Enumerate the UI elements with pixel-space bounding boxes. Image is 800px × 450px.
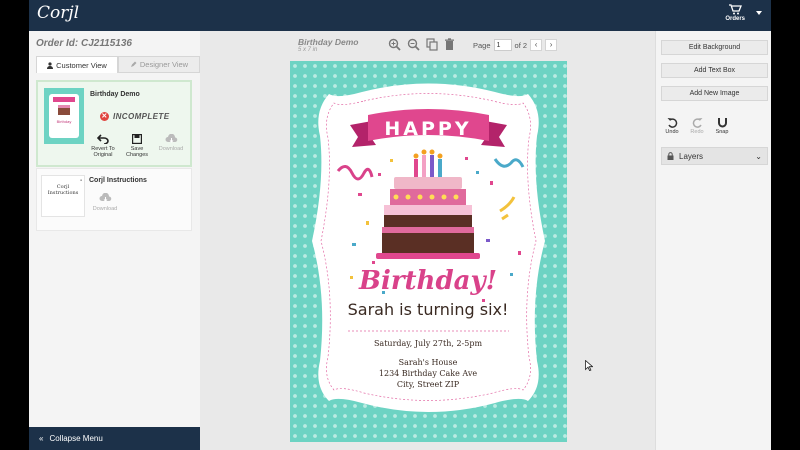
instructions-thumbnail[interactable]: ▪ Corjl Instructions: [41, 175, 85, 217]
double-chevron-left-icon: «: [39, 434, 44, 443]
page-label: Page: [473, 40, 491, 50]
edit-tools: Undo Redo Snap: [663, 117, 731, 135]
revert-icon: [97, 134, 109, 144]
tab-label: Customer View: [56, 60, 107, 70]
revert-label: Revert To Original: [91, 146, 115, 158]
layers-dropdown[interactable]: Layers ⌄: [661, 147, 768, 165]
orders-label: Orders: [725, 16, 745, 22]
right-panel: Edit Background Add Text Box Add New Ima…: [655, 31, 771, 450]
status-text: INCOMPLETE: [113, 112, 170, 121]
orders-button[interactable]: Orders: [725, 4, 745, 22]
save-button[interactable]: Save Changes: [123, 134, 151, 158]
mouse-cursor-icon: [585, 360, 593, 371]
next-page-button[interactable]: ›: [545, 39, 558, 51]
subtitle[interactable]: Sarah is turning six!: [348, 300, 509, 319]
download-label: Download: [158, 146, 184, 152]
top-bar: Corjl Orders: [29, 0, 771, 31]
chevron-down-icon: ⌄: [755, 151, 762, 161]
page-navigator: Page of 2 ‹ ›: [473, 39, 558, 51]
headline[interactable]: Birthday!: [358, 266, 497, 296]
document-title: Birthday Demo: [298, 37, 359, 47]
design-canvas[interactable]: HAPPY Birthday! Sarah is turning six! Sa…: [290, 61, 567, 442]
app-logo[interactable]: Corjl: [37, 3, 79, 23]
page-total: of 2: [514, 40, 528, 50]
cloud-download-icon: [165, 134, 177, 143]
view-tabs: Customer View Designer View: [36, 56, 200, 73]
undo-button[interactable]: Undo: [663, 117, 681, 135]
page-number-input[interactable]: [493, 39, 512, 51]
app-window: Corjl Orders Order Id: CJ2115136 Custome…: [29, 0, 771, 450]
revert-button[interactable]: Revert To Original: [89, 134, 117, 158]
cloud-download-icon: [99, 193, 111, 202]
venue-city[interactable]: City, Street ZIP: [397, 380, 460, 389]
lock-icon: [667, 152, 674, 160]
thumbnail-text: Birthday: [56, 119, 72, 124]
tab-customer-view[interactable]: Customer View: [36, 56, 118, 73]
download-button[interactable]: Download: [157, 134, 185, 158]
tab-designer-view[interactable]: Designer View: [118, 56, 200, 73]
collapse-menu-button[interactable]: « Collapse Menu: [29, 427, 200, 450]
download-label: Download: [92, 206, 118, 212]
save-icon: [132, 134, 142, 144]
status-badge: ✕ INCOMPLETE: [100, 112, 169, 121]
redo-button[interactable]: Redo: [688, 117, 706, 135]
design-item-birthday[interactable]: Birthday Birthday Demo ✕ INCOMPLETE Reve…: [36, 80, 192, 167]
undo-label: Undo: [665, 129, 679, 135]
document-size: 5 x 7 in: [298, 47, 318, 53]
design-title: Corjl Instructions: [89, 177, 147, 184]
thumbnail-text: Corjl Instructions: [47, 184, 79, 196]
cart-icon: [729, 4, 743, 15]
design-thumbnail[interactable]: Birthday: [44, 88, 84, 144]
order-id: Order Id: CJ2115136: [36, 38, 132, 49]
canvas-toolbar: [388, 38, 455, 51]
left-panel: Order Id: CJ2115136 Customer View Design…: [29, 31, 200, 450]
snap-label: Snap: [715, 129, 729, 135]
pencil-icon: [130, 61, 137, 67]
save-label: Save Changes: [125, 146, 149, 158]
layers-label: Layers: [679, 151, 704, 161]
edit-background-button[interactable]: Edit Background: [661, 40, 768, 55]
undo-icon: [667, 118, 677, 128]
banner-text[interactable]: HAPPY: [384, 118, 471, 140]
trash-icon[interactable]: [444, 38, 455, 51]
venue-street[interactable]: 1234 Birthday Cake Ave: [379, 369, 477, 378]
zoom-out-icon[interactable]: [407, 38, 420, 51]
chevron-down-icon[interactable]: [756, 11, 762, 15]
magnet-icon: [717, 118, 727, 128]
snap-button[interactable]: Snap: [713, 117, 731, 135]
redo-label: Redo: [690, 129, 704, 135]
collapse-label: Collapse Menu: [49, 434, 103, 443]
tab-label: Designer View: [139, 60, 189, 69]
add-new-image-button[interactable]: Add New Image: [661, 86, 768, 101]
download-button[interactable]: Download: [91, 193, 119, 212]
close-icon: ✕: [100, 112, 109, 121]
design-actions: Revert To Original Save Changes Download: [89, 134, 185, 158]
duplicate-icon[interactable]: [426, 38, 438, 51]
zoom-in-icon[interactable]: [388, 38, 401, 51]
add-text-box-button[interactable]: Add Text Box: [661, 63, 768, 78]
user-icon: [47, 61, 54, 69]
editor-area: Birthday Demo 5 x 7 in Page of 2 ‹ ›: [200, 31, 655, 450]
venue-name[interactable]: Sarah's House: [399, 358, 458, 367]
design-title: Birthday Demo: [90, 91, 140, 98]
design-item-instructions[interactable]: ▪ Corjl Instructions Corjl Instructions …: [36, 168, 192, 231]
event-date[interactable]: Saturday, July 27th, 2-5pm: [374, 339, 482, 348]
redo-icon: [692, 118, 702, 128]
prev-page-button[interactable]: ‹: [530, 39, 543, 51]
